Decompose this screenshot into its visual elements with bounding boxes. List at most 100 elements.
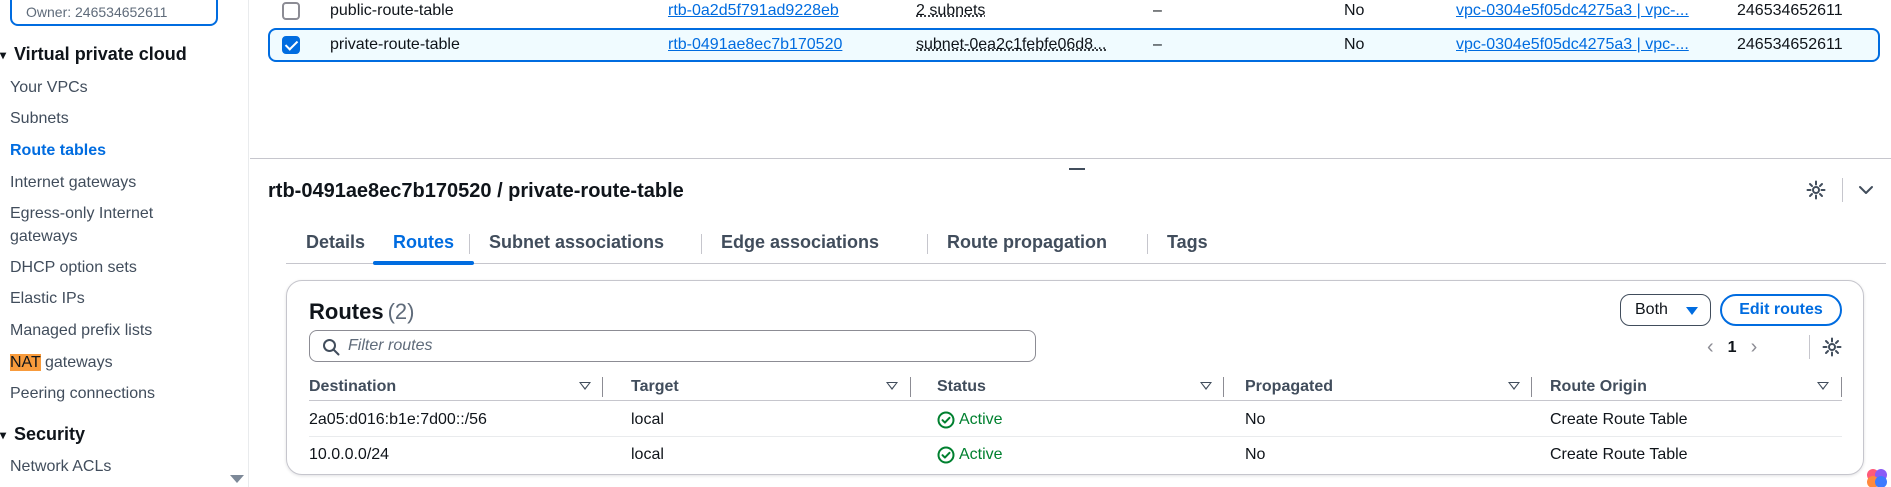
sidebar: Owner: 246534652611 ▾ Virtual private cl… bbox=[0, 0, 249, 487]
route-destination: 2a05:d016:b1e:7d00::/56 bbox=[309, 411, 487, 428]
row-checkbox-checked[interactable] bbox=[282, 36, 300, 54]
tab-routes[interactable]: Routes bbox=[373, 226, 475, 265]
gear-icon[interactable] bbox=[1822, 337, 1842, 357]
owner-id: 246534652611 bbox=[1737, 2, 1843, 19]
edge-associations: – bbox=[1153, 2, 1162, 19]
assistant-icon[interactable] bbox=[1865, 466, 1889, 487]
chevron-left-icon[interactable]: ‹ bbox=[1707, 336, 1714, 359]
resize-handle[interactable] bbox=[1069, 168, 1085, 170]
sort-icon[interactable] bbox=[1200, 382, 1212, 390]
column-header-route-origin[interactable]: Route Origin bbox=[1550, 373, 1829, 401]
split-panel-divider bbox=[250, 158, 1891, 159]
status-text: Active bbox=[959, 411, 1003, 428]
table-row[interactable]: public-route-table rtb-0a2d5f791ad9228eb… bbox=[268, 0, 1880, 24]
sidebar-item-nat-gateways[interactable]: NAT gateways bbox=[10, 351, 113, 374]
status-text: Active bbox=[959, 446, 1003, 463]
divider bbox=[1842, 178, 1843, 202]
route-target: local bbox=[631, 411, 664, 428]
column-header-destination[interactable]: Destination bbox=[309, 373, 591, 401]
sidebar-item-label: gateways bbox=[40, 354, 113, 371]
main-content: public-route-table rtb-0a2d5f791ad9228eb… bbox=[250, 0, 1891, 487]
row-checkbox[interactable] bbox=[282, 2, 300, 20]
success-check-icon bbox=[937, 411, 955, 429]
routes-panel: Routes(2) Both Edit routes ‹ 1 › bbox=[286, 280, 1864, 475]
tab-route-propagation[interactable]: Route propagation bbox=[927, 226, 1127, 264]
column-label: Propagated bbox=[1245, 378, 1334, 395]
column-divider[interactable] bbox=[910, 377, 911, 397]
divider bbox=[1809, 335, 1810, 359]
success-check-icon bbox=[937, 446, 955, 464]
column-header-propagated[interactable]: Propagated bbox=[1245, 373, 1520, 401]
sidebar-item-label: gateways bbox=[10, 228, 78, 245]
sidebar-item-subnets[interactable]: Subnets bbox=[10, 107, 69, 130]
section-security[interactable]: ▾ Security bbox=[0, 424, 85, 445]
tab-tags[interactable]: Tags bbox=[1147, 226, 1228, 264]
gear-icon[interactable] bbox=[1806, 180, 1826, 200]
sidebar-item-network-acls[interactable]: Network ACLs bbox=[10, 455, 111, 478]
routes-count: (2) bbox=[387, 299, 415, 324]
tab-subnet-associations[interactable]: Subnet associations bbox=[469, 226, 684, 264]
route-status: Active bbox=[937, 411, 1003, 429]
sidebar-item-peering-connections[interactable]: Peering connections bbox=[10, 382, 155, 405]
sort-icon[interactable] bbox=[579, 382, 591, 390]
pagination: ‹ 1 › bbox=[1707, 336, 1757, 359]
owner-id: 246534652611 bbox=[1737, 36, 1843, 53]
column-divider[interactable] bbox=[1223, 377, 1224, 397]
edit-routes-button[interactable]: Edit routes bbox=[1720, 294, 1842, 326]
chevron-down-icon[interactable] bbox=[1858, 182, 1874, 198]
sidebar-item-internet-gateways[interactable]: Internet gateways bbox=[10, 171, 136, 194]
subnet-associations[interactable]: subnet-0ea2c1febfe06d8... bbox=[916, 36, 1106, 54]
column-label: Status bbox=[937, 378, 986, 395]
route-table-name: private-route-table bbox=[330, 36, 460, 53]
tab-edge-associations[interactable]: Edge associations bbox=[701, 226, 899, 264]
section-label: Security bbox=[14, 424, 86, 444]
route-table-id-link[interactable]: rtb-0a2d5f791ad9228eb bbox=[668, 2, 839, 20]
current-page[interactable]: 1 bbox=[1728, 339, 1737, 357]
column-divider bbox=[1841, 377, 1842, 397]
route-filter-select[interactable]: Both bbox=[1620, 294, 1711, 326]
column-header-status[interactable]: Status bbox=[937, 373, 1212, 401]
column-divider[interactable] bbox=[602, 377, 603, 397]
route-propagated: No bbox=[1245, 446, 1266, 463]
route-table-id-link[interactable]: rtb-0491ae8ec7b170520 bbox=[668, 36, 842, 54]
caret-down-icon bbox=[1686, 307, 1698, 315]
sidebar-item-your-vpcs[interactable]: Your VPCs bbox=[10, 76, 88, 99]
chevron-right-icon[interactable]: › bbox=[1751, 336, 1758, 359]
route-propagated: No bbox=[1245, 411, 1266, 428]
subnet-associations[interactable]: 2 subnets bbox=[916, 2, 985, 20]
tab-details[interactable]: Details bbox=[286, 226, 385, 264]
search-icon bbox=[323, 339, 340, 356]
route-filter-value: Both bbox=[1635, 301, 1668, 318]
column-divider[interactable] bbox=[1531, 377, 1532, 397]
owner-filter-box[interactable]: Owner: 246534652611 bbox=[10, 0, 218, 26]
sidebar-item-managed-prefix-lists[interactable]: Managed prefix lists bbox=[10, 319, 152, 342]
sidebar-item-route-tables[interactable]: Route tables bbox=[10, 139, 106, 162]
table-row-selected[interactable]: private-route-table rtb-0491ae8ec7b17052… bbox=[268, 28, 1880, 62]
column-label: Target bbox=[631, 378, 679, 395]
routes-title: Routes bbox=[309, 299, 384, 324]
sidebar-item-elastic-ips[interactable]: Elastic IPs bbox=[10, 287, 85, 310]
route-table-name: public-route-table bbox=[330, 2, 454, 19]
caret-down-icon: ▾ bbox=[0, 427, 7, 442]
edge-associations: – bbox=[1153, 36, 1162, 53]
section-virtual-private-cloud[interactable]: ▾ Virtual private cloud bbox=[0, 44, 187, 65]
routes-table-header: Destination Target Status Propagated Rou… bbox=[309, 373, 1842, 401]
sort-icon[interactable] bbox=[1817, 382, 1829, 390]
section-label: Virtual private cloud bbox=[14, 44, 187, 64]
filter-routes-field[interactable] bbox=[309, 330, 1036, 362]
caret-down-icon: ▾ bbox=[0, 47, 7, 62]
sidebar-item-egress-only-internet-gateways[interactable]: Egress-only Internet gateways bbox=[10, 202, 153, 248]
sidebar-item-dhcp-option-sets[interactable]: DHCP option sets bbox=[10, 256, 137, 279]
vpc-link[interactable]: vpc-0304e5f05dc4275a3 | vpc-... bbox=[1456, 36, 1689, 54]
search-highlight: NAT bbox=[10, 354, 41, 371]
sort-icon[interactable] bbox=[1508, 382, 1520, 390]
sort-icon[interactable] bbox=[886, 382, 898, 390]
scroll-down-icon[interactable] bbox=[230, 475, 244, 483]
routes-heading: Routes (2) bbox=[309, 299, 414, 325]
column-header-target[interactable]: Target bbox=[631, 373, 898, 401]
column-label: Route Origin bbox=[1550, 378, 1647, 395]
vpc-link[interactable]: vpc-0304e5f05dc4275a3 | vpc-... bbox=[1456, 2, 1689, 20]
filter-routes-input[interactable] bbox=[348, 335, 1028, 357]
sidebar-item-label: Egress-only Internet bbox=[10, 205, 154, 222]
table-row: 10.0.0.0/24 local Active No Create Route… bbox=[309, 437, 1842, 472]
